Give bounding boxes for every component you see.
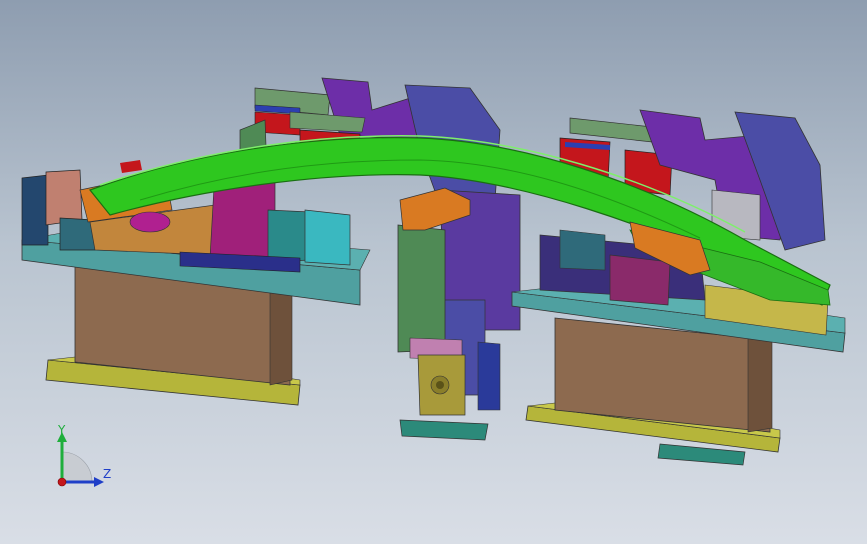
right-magenta-block xyxy=(609,254,671,306)
right-tan-column-side xyxy=(747,331,773,433)
center-sage-post xyxy=(397,224,446,353)
left-red-tab xyxy=(120,160,142,173)
left-teal-plate-small xyxy=(59,217,96,251)
right-teal-fitting xyxy=(559,229,606,271)
triad-x-axis-dot xyxy=(57,477,67,487)
triad-rotation-wedge xyxy=(61,451,93,483)
left-magenta-hub xyxy=(129,211,171,233)
triad-y-label: Y xyxy=(58,423,66,437)
triad-z-label: Z xyxy=(103,467,112,481)
coordinate-triad xyxy=(57,432,104,487)
center-navy-slide xyxy=(477,341,501,411)
left-teal-fitting xyxy=(267,209,311,263)
center-teal-foot xyxy=(399,419,489,441)
left-cyan-cylinder xyxy=(304,209,351,266)
graphics-viewport[interactable]: Y Z xyxy=(0,0,867,544)
right-teal-foot xyxy=(657,443,746,466)
cad-model-assembly[interactable] xyxy=(0,0,867,544)
left-pink-block xyxy=(45,169,83,226)
left-tan-column-side xyxy=(269,281,293,386)
left-navy-block xyxy=(21,174,49,246)
